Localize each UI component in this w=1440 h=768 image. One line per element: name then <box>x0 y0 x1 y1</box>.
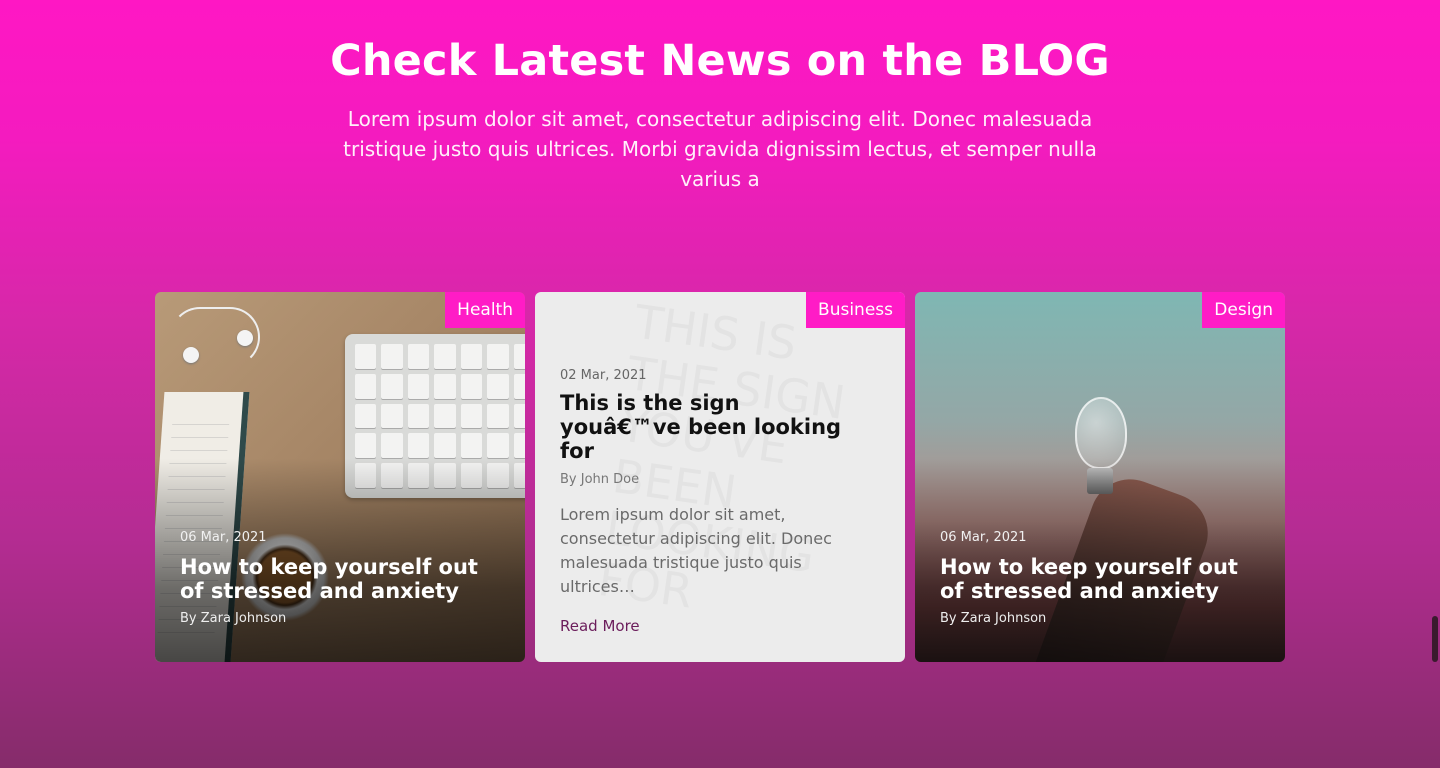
category-tag[interactable]: Business <box>806 292 905 328</box>
post-date: 06 Mar, 2021 <box>180 530 267 545</box>
card-info: 02 Mar, 2021 This is the sign youâ€™ve b… <box>560 368 865 635</box>
post-title[interactable]: This is the sign youâ€™ve been looking f… <box>560 391 865 463</box>
blog-card-business[interactable]: THIS IS THE SIGN YOU'VE BEEN LOOKING FOR Bu… <box>535 292 905 662</box>
post-author: By Zara Johnson <box>940 611 1047 626</box>
category-tag[interactable]: Design <box>1202 292 1285 328</box>
page-title: Check Latest News on the BLOG <box>330 36 1110 86</box>
page-subtitle: Lorem ipsum dolor sit amet, consectetur … <box>343 107 1097 191</box>
post-excerpt: Lorem ipsum dolor sit amet, consectetur … <box>560 505 832 596</box>
post-title[interactable]: How to keep yourself out of stressed and… <box>940 555 1260 603</box>
blog-header: Check Latest News on the BLOG Lorem ipsu… <box>0 36 1440 194</box>
read-more-link[interactable]: Read More <box>560 617 640 635</box>
blog-card-list: Health 06 Mar, 2021 How to keep yourself… <box>155 292 1285 662</box>
category-tag[interactable]: Health <box>445 292 525 328</box>
post-author: By John Doe <box>560 472 640 487</box>
blog-card-design[interactable]: Design 06 Mar, 2021 How to keep yourself… <box>915 292 1285 662</box>
post-date: 02 Mar, 2021 <box>560 368 647 383</box>
blog-card-health[interactable]: Health 06 Mar, 2021 How to keep yourself… <box>155 292 525 662</box>
post-date: 06 Mar, 2021 <box>940 530 1027 545</box>
post-title[interactable]: How to keep yourself out of stressed and… <box>180 555 500 603</box>
card-info: 06 Mar, 2021 How to keep yourself out of… <box>180 530 500 626</box>
post-author: By Zara Johnson <box>180 611 287 626</box>
card-info: 06 Mar, 2021 How to keep yourself out of… <box>940 530 1260 626</box>
scrollbar-thumb[interactable] <box>1432 616 1438 662</box>
